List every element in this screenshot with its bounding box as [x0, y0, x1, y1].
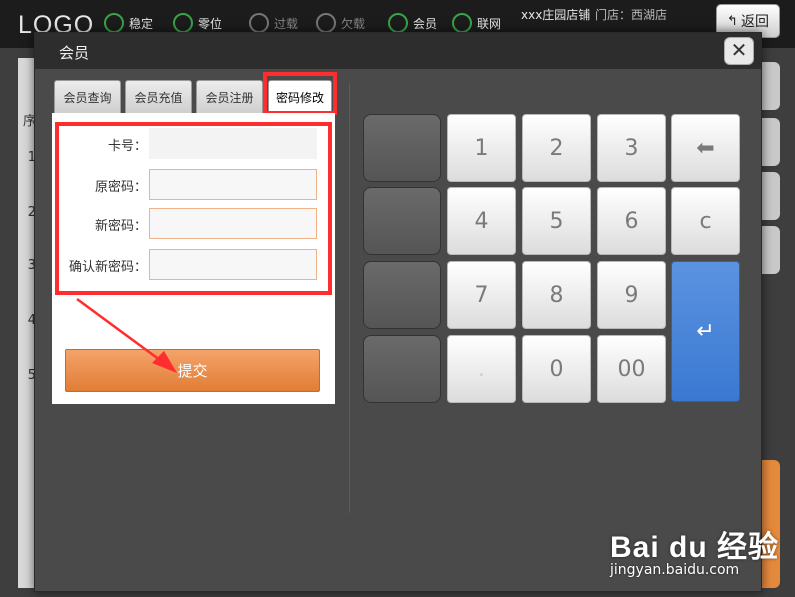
underload-icon — [316, 13, 336, 33]
modal-title: 会员 — [59, 44, 90, 62]
wifi-icon — [452, 13, 472, 33]
panel-divider — [349, 83, 350, 513]
nav-member[interactable]: 会员 — [388, 12, 437, 34]
member-icon — [388, 13, 408, 33]
background-side-button — [762, 118, 780, 166]
tab-member-register[interactable]: 会员注册 — [196, 80, 263, 113]
keypad-key-dot[interactable]: . — [447, 335, 516, 403]
keypad-key-4[interactable]: 4 — [447, 187, 516, 255]
signal-icon — [104, 13, 124, 33]
tab-member-query[interactable]: 会员查询 — [54, 80, 121, 113]
keypad-backspace[interactable]: ⬅ — [671, 114, 740, 182]
close-icon: ✕ — [730, 38, 748, 62]
keypad-key-0[interactable]: 0 — [522, 335, 591, 403]
keypad-key-6[interactable]: 6 — [597, 187, 666, 255]
member-modal: 会员 ✕ 会员查询 会员充值 会员注册 密码修改 卡号： 原密码： 新密码： 确… — [34, 32, 762, 592]
keypad-enter[interactable]: ↵ — [671, 261, 740, 402]
overload-icon — [249, 13, 269, 33]
keypad-blank-key[interactable] — [363, 187, 441, 255]
back-arrow-icon: ↰ — [727, 13, 738, 29]
scale-icon — [173, 13, 193, 33]
password-form: 卡号： 原密码： 新密码： 确认新密码： 提交 — [52, 113, 335, 404]
close-button[interactable]: ✕ — [724, 37, 754, 65]
tab-member-recharge[interactable]: 会员充值 — [125, 80, 192, 113]
enter-arrow-icon: ↵ — [696, 319, 715, 344]
background-side-button — [762, 226, 780, 274]
form-highlight-box — [55, 122, 332, 295]
keypad-clear[interactable]: c — [671, 187, 740, 255]
keypad-key-5[interactable]: 5 — [522, 187, 591, 255]
keypad-key-3[interactable]: 3 — [597, 114, 666, 182]
backspace-arrow-icon: ⬅ — [696, 135, 715, 161]
store-label: 门店：西湖店 — [595, 8, 668, 22]
keypad-key-7[interactable]: 7 — [447, 261, 516, 329]
nav-stable: 稳定 — [104, 12, 153, 34]
keypad-key-1[interactable]: 1 — [447, 114, 516, 182]
keypad-key-2[interactable]: 2 — [522, 114, 591, 182]
submit-button[interactable]: 提交 — [65, 349, 320, 392]
background-side-button — [762, 62, 780, 110]
watermark-url: jingyan.baidu.com — [610, 562, 740, 578]
nav-overload: 过载 — [249, 12, 298, 34]
keypad-key-00[interactable]: 00 — [597, 335, 666, 403]
nav-zero: 零位 — [173, 12, 222, 34]
shop-name: xxx庄园店铺 — [521, 8, 591, 22]
keypad-key-8[interactable]: 8 — [522, 261, 591, 329]
tab-highlight-box — [263, 72, 337, 115]
watermark-brand: Bai du 经验 — [610, 531, 780, 564]
baidu-watermark: Bai du 经验 jingyan.baidu.com — [600, 512, 790, 592]
modal-header: 会员 ✕ — [35, 33, 761, 69]
nav-underload: 欠载 — [316, 12, 365, 34]
keypad-key-9[interactable]: 9 — [597, 261, 666, 329]
keypad-blank-key[interactable] — [363, 335, 441, 403]
nav-network: 联网 — [452, 12, 501, 34]
keypad-blank-key[interactable] — [363, 261, 441, 329]
background-side-button — [762, 172, 780, 220]
keypad-blank-key[interactable] — [363, 114, 441, 182]
